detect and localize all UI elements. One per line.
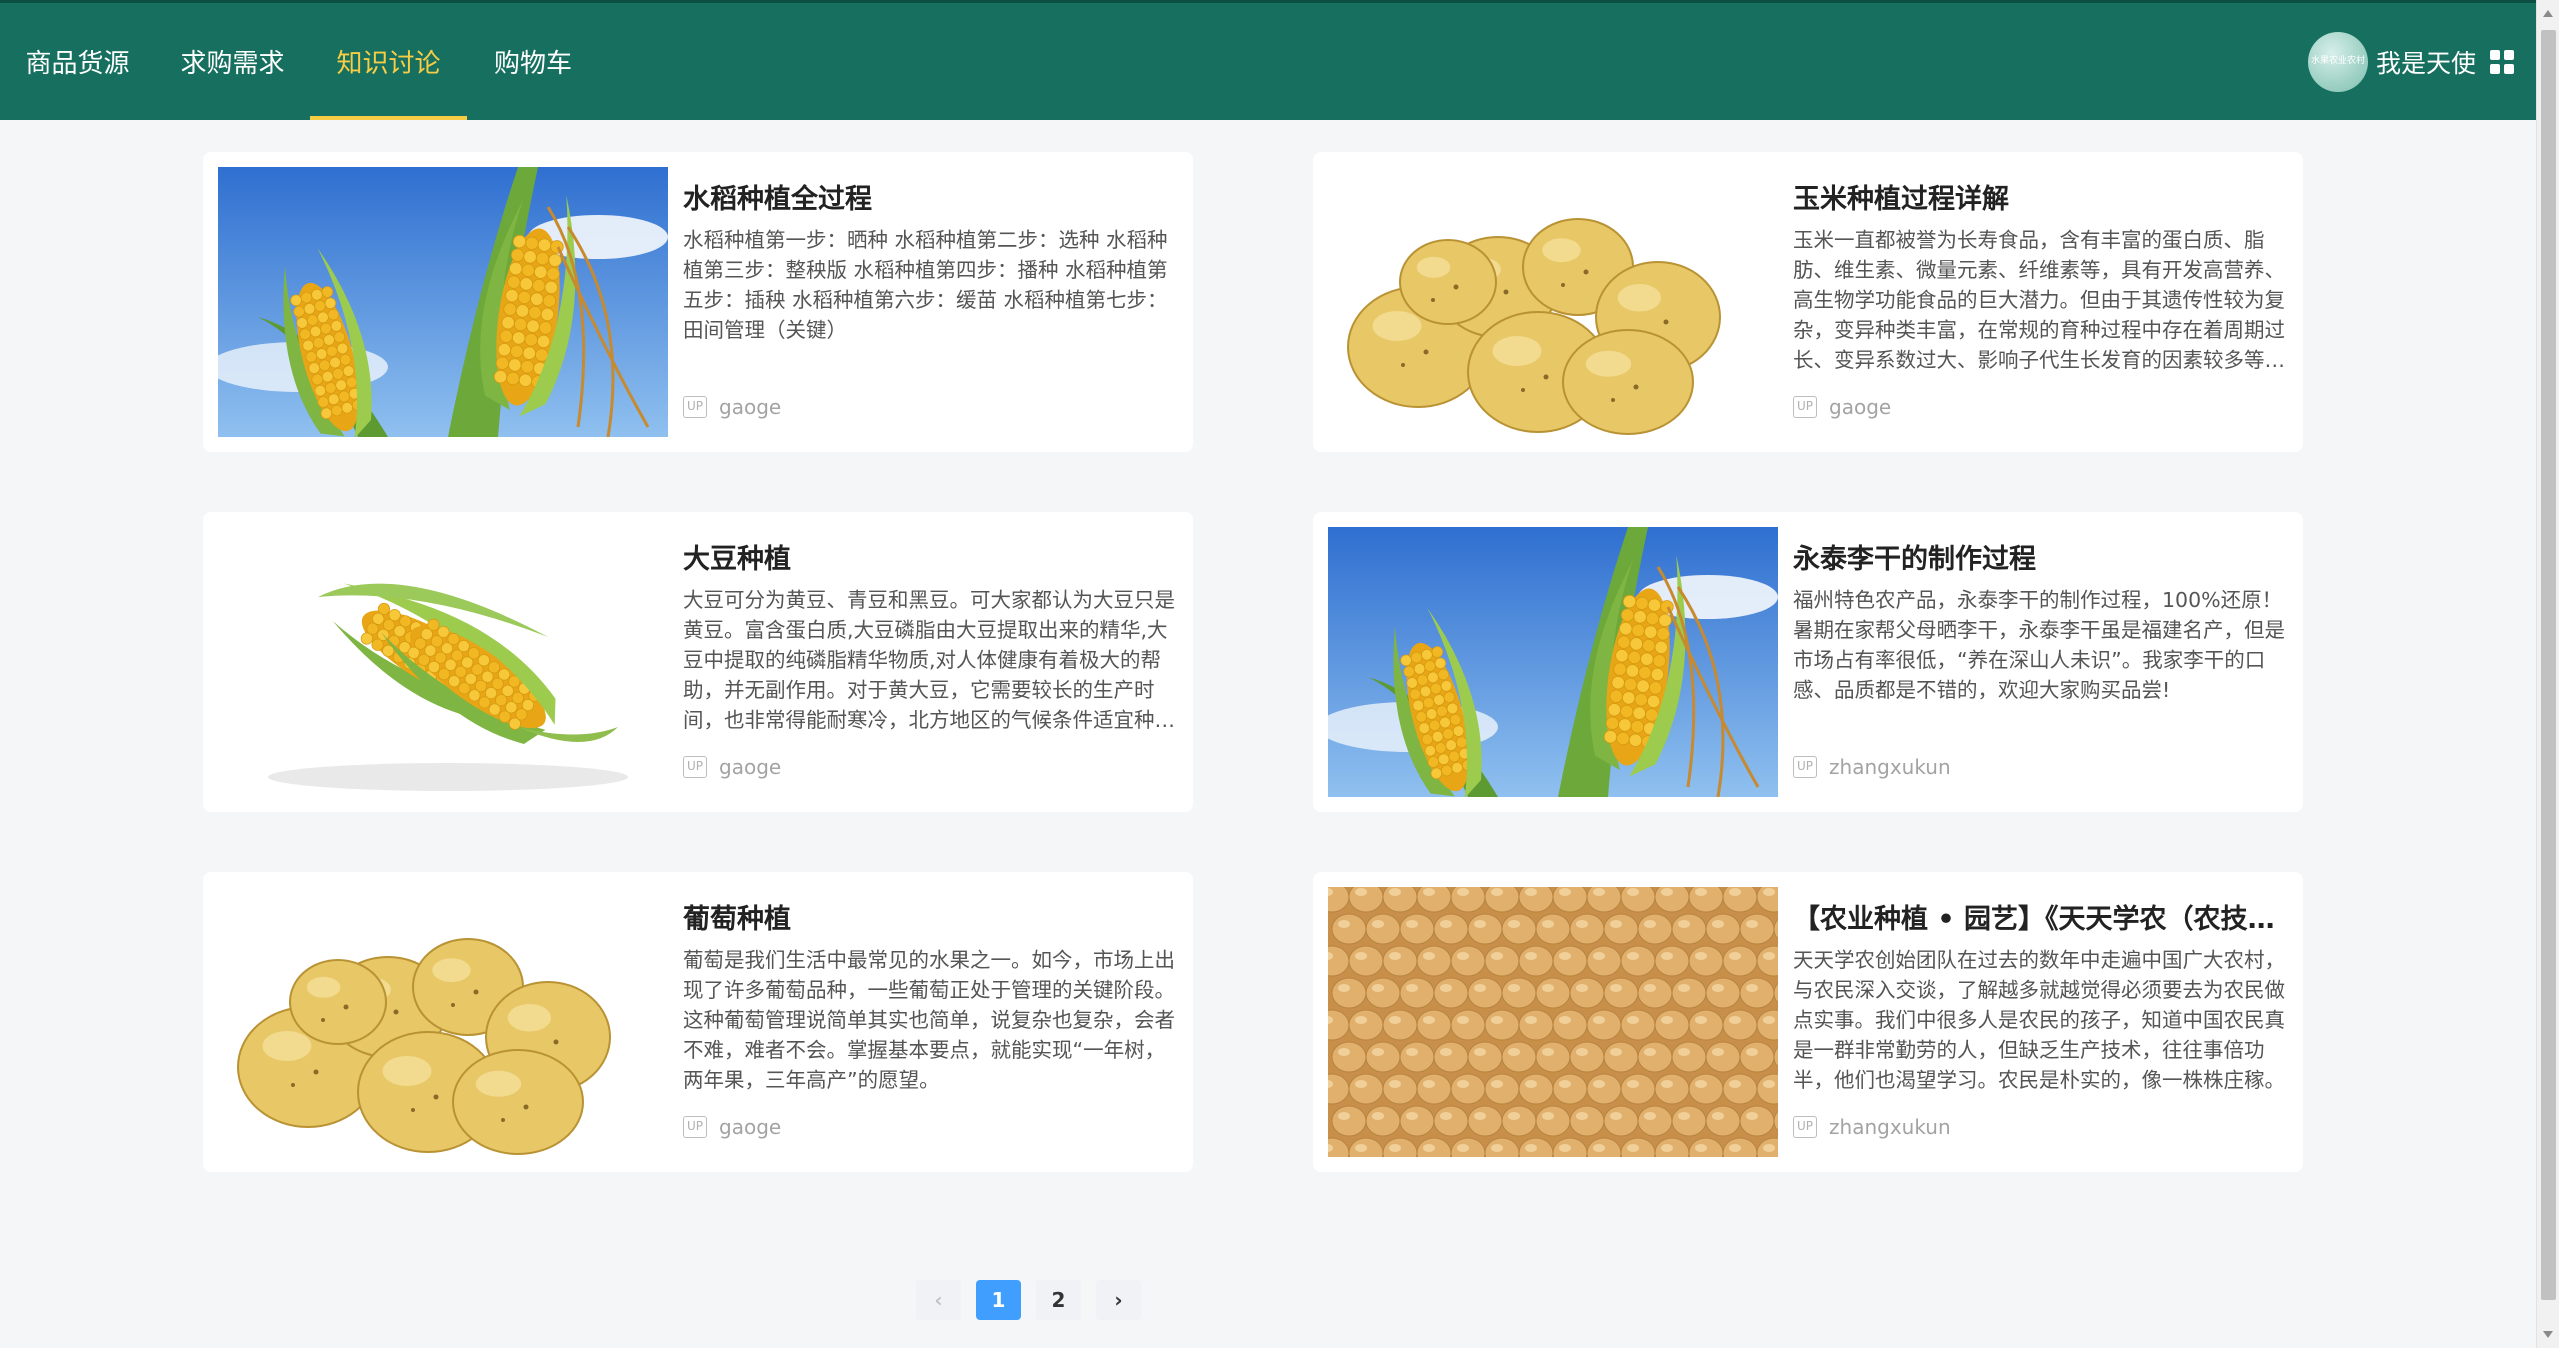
article-thumbnail[interactable] — [1328, 527, 1778, 797]
nav-item-cart[interactable]: 购物车 — [467, 3, 599, 120]
article-title[interactable]: 玉米种植过程详解 — [1793, 181, 2289, 219]
up-badge-icon: UP — [683, 1116, 708, 1138]
page-button[interactable]: 1 — [976, 1280, 1021, 1320]
chevron-right-icon[interactable]: › — [1096, 1280, 1141, 1320]
article-description: 水稻种植第一步：晒种 水稻种植第二步：选种 水稻种植第三步：整秧版 水稻种植第四… — [683, 228, 1168, 342]
article-title[interactable]: 永泰李干的制作过程 — [1793, 541, 2289, 579]
article-card[interactable]: 水稻种植全过程 水稻种植第一步：晒种 水稻种植第二步：选种 水稻种植第三步：整秧… — [203, 152, 1193, 452]
up-badge-icon: UP — [683, 756, 708, 778]
up-badge-icon: UP — [1793, 1116, 1818, 1138]
up-badge-icon: UP — [683, 396, 708, 418]
vertical-scrollbar[interactable] — [2536, 0, 2559, 1348]
author-name: zhangxukun — [1829, 755, 1951, 779]
article-thumbnail[interactable] — [1328, 167, 1778, 437]
nav-item-purchase-demand[interactable]: 求购需求 — [155, 3, 310, 120]
grid-icon[interactable] — [2490, 49, 2514, 74]
article-description: 大豆可分为黄豆、青豆和黑豆。可大家都认为大豆只是黄豆。富含蛋白质,大豆磷脂由大豆… — [683, 588, 1175, 732]
scroll-thumb[interactable] — [2541, 30, 2556, 1300]
main-nav: 商品货源 求购需求 知识讨论 购物车 — [0, 3, 599, 120]
article-thumbnail[interactable] — [218, 167, 668, 437]
article-image-potato — [1328, 167, 1778, 437]
article-thumbnail[interactable] — [218, 527, 668, 797]
user-menu[interactable]: 水果农业农村 我是天使 — [2307, 3, 2514, 120]
article-author: UP zhangxukun — [1793, 755, 1951, 779]
article-author: UP gaoge — [683, 1115, 781, 1139]
article-image-soybean — [1328, 887, 1778, 1157]
avatar[interactable]: 水果农业农村 — [2307, 31, 2368, 92]
pagination: ‹ 1 2 › — [916, 1280, 1141, 1320]
article-card[interactable]: 永泰李干的制作过程 福州特色农产品，永泰李干的制作过程，100%还原！暑期在家帮… — [1313, 512, 2303, 812]
user-name[interactable]: 我是天使 — [2376, 44, 2476, 80]
avatar-text: 水果农业农村 — [2310, 55, 2365, 66]
article-card[interactable]: 大豆种植 大豆可分为黄豆、青豆和黑豆。可大家都认为大豆只是黄豆。富含蛋白质,大豆… — [203, 512, 1193, 812]
article-card[interactable]: 【农业种植 • 园艺】《天天学农（农技学习）》 天天学农创始团队在过去的数年中走… — [1313, 872, 2303, 1172]
author-name: zhangxukun — [1829, 1115, 1951, 1139]
scroll-up-icon[interactable] — [2543, 10, 2553, 17]
up-badge-icon: UP — [1793, 756, 1818, 778]
article-image-potato — [218, 887, 668, 1157]
article-title[interactable]: 大豆种植 — [683, 541, 1179, 579]
page-button[interactable]: 2 — [1036, 1280, 1081, 1320]
nav-item-knowledge[interactable]: 知识讨论 — [310, 3, 467, 120]
top-navbar: 商品货源 求购需求 知识讨论 购物车 水果农业农村 我是天使 — [0, 0, 2536, 120]
article-image-corn-sky — [1328, 527, 1778, 797]
article-title[interactable]: 水稻种植全过程 — [683, 181, 1179, 219]
article-description: 玉米一直都被誉为长寿食品，含有丰富的蛋白质、脂肪、维生素、微量元素、纤维素等，具… — [1793, 228, 2285, 372]
nav-item-goods-source[interactable]: 商品货源 — [0, 3, 155, 120]
author-name: gaoge — [719, 395, 782, 419]
article-author: UP gaoge — [683, 755, 781, 779]
article-image-corn-sky — [218, 167, 668, 437]
author-name: gaoge — [719, 755, 782, 779]
article-title[interactable]: 葡萄种植 — [683, 901, 1179, 939]
article-description: 天天学农创始团队在过去的数年中走遍中国广大农村，与农民深入交谈，了解越多就越觉得… — [1793, 948, 2285, 1092]
author-name: gaoge — [1829, 395, 1892, 419]
article-card[interactable]: 葡萄种植 葡萄是我们生活中最常见的水果之一。如今，市场上出现了许多葡萄品种，一些… — [203, 872, 1193, 1172]
article-thumbnail[interactable] — [1328, 887, 1778, 1157]
article-card[interactable]: 玉米种植过程详解 玉米一直都被誉为长寿食品，含有丰富的蛋白质、脂肪、维生素、微量… — [1313, 152, 2303, 452]
scroll-down-icon[interactable] — [2543, 1331, 2553, 1338]
article-description: 葡萄是我们生活中最常见的水果之一。如今，市场上出现了许多葡萄品种，一些葡萄正处于… — [683, 948, 1175, 1092]
article-thumbnail[interactable] — [218, 887, 668, 1157]
up-badge-icon: UP — [1793, 396, 1818, 418]
article-image-corn-white — [218, 527, 668, 797]
chevron-left-icon[interactable]: ‹ — [916, 1280, 961, 1320]
author-name: gaoge — [719, 1115, 782, 1139]
article-title[interactable]: 【农业种植 • 园艺】《天天学农（农技学习）》 — [1793, 901, 2289, 939]
article-author: UP zhangxukun — [1793, 1115, 1951, 1139]
article-author: UP gaoge — [683, 395, 781, 419]
article-description: 福州特色农产品，永泰李干的制作过程，100%还原！暑期在家帮父母晒李干，永泰李干… — [1793, 588, 2285, 702]
article-author: UP gaoge — [1793, 395, 1891, 419]
